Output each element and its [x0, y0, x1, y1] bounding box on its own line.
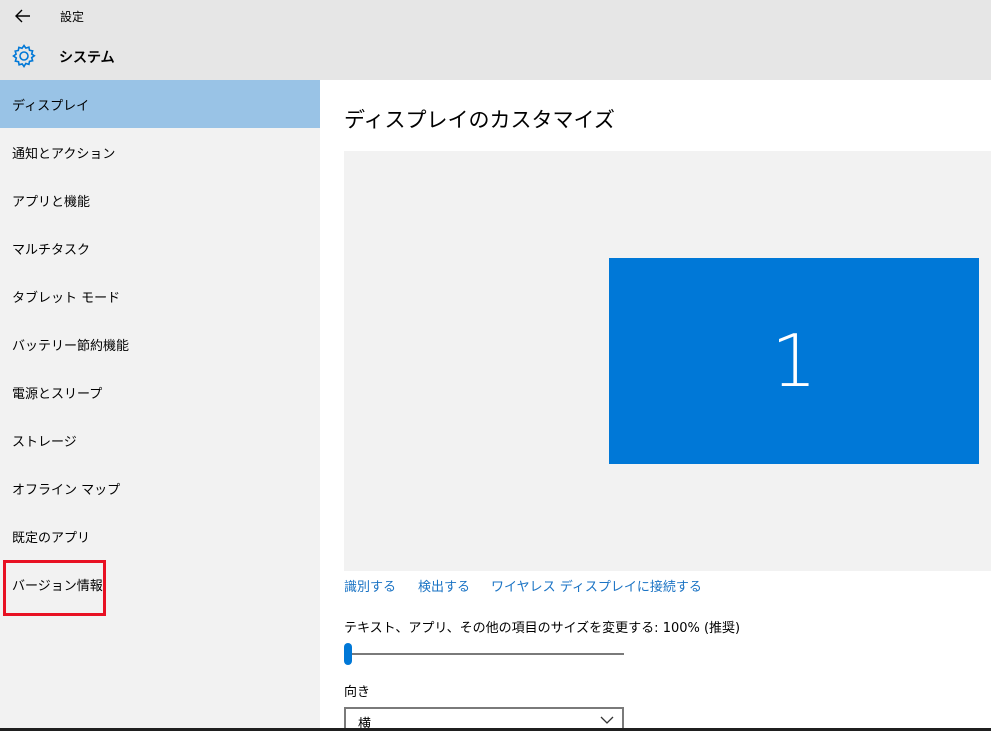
sidebar-item-label: タブレット モード	[12, 290, 121, 306]
sidebar-item-label: ストレージ	[12, 434, 77, 450]
identify-link[interactable]: 識別する	[344, 576, 396, 595]
scale-slider-thumb[interactable]	[344, 643, 352, 665]
sidebar-item-display[interactable]: ディスプレイ	[0, 80, 320, 128]
sidebar: ディスプレイ 通知とアクション アプリと機能 マルチタスク タブレット モード …	[0, 80, 320, 728]
wireless-display-link[interactable]: ワイヤレス ディスプレイに接続する	[491, 576, 702, 595]
scale-slider-track[interactable]	[344, 653, 624, 655]
monitor-number: 1	[771, 319, 817, 403]
sidebar-item-label: 既定のアプリ	[12, 530, 91, 546]
section-title: システム	[59, 50, 115, 66]
detect-link[interactable]: 検出する	[418, 576, 470, 595]
sidebar-item-notifications[interactable]: 通知とアクション	[0, 128, 320, 176]
orientation-label: 向き	[344, 685, 371, 700]
sidebar-item-multitasking[interactable]: マルチタスク	[0, 224, 320, 272]
title-bar: 設定 システム	[0, 0, 991, 80]
sidebar-item-label: アプリと機能	[12, 194, 91, 210]
sidebar-item-default-apps[interactable]: 既定のアプリ	[0, 512, 320, 560]
scale-label: テキスト、アプリ、その他の項目のサイズを変更する: 100% (推奨)	[344, 621, 741, 636]
sidebar-item-battery-saver[interactable]: バッテリー節約機能	[0, 320, 320, 368]
sidebar-item-apps[interactable]: アプリと機能	[0, 176, 320, 224]
sidebar-item-label: 電源とスリープ	[12, 386, 103, 402]
sidebar-item-label: オフライン マップ	[12, 482, 121, 498]
highlight-box	[3, 560, 106, 616]
back-button[interactable]	[8, 4, 38, 28]
sidebar-item-storage[interactable]: ストレージ	[0, 416, 320, 464]
app-title: 設定	[60, 10, 85, 24]
page-title: ディスプレイのカスタマイズ	[344, 108, 615, 132]
sidebar-item-power-sleep[interactable]: 電源とスリープ	[0, 368, 320, 416]
sidebar-item-tablet-mode[interactable]: タブレット モード	[0, 272, 320, 320]
sidebar-item-label: マルチタスク	[12, 242, 91, 258]
gear-icon	[12, 44, 36, 68]
sidebar-item-label: 通知とアクション	[12, 146, 116, 162]
sidebar-item-label: バッテリー節約機能	[12, 338, 130, 354]
chevron-down-icon	[600, 716, 614, 724]
monitor-tile[interactable]: 1	[609, 258, 979, 464]
sidebar-item-offline-maps[interactable]: オフライン マップ	[0, 464, 320, 512]
back-arrow-icon	[15, 9, 30, 23]
sidebar-item-label: ディスプレイ	[12, 98, 90, 114]
